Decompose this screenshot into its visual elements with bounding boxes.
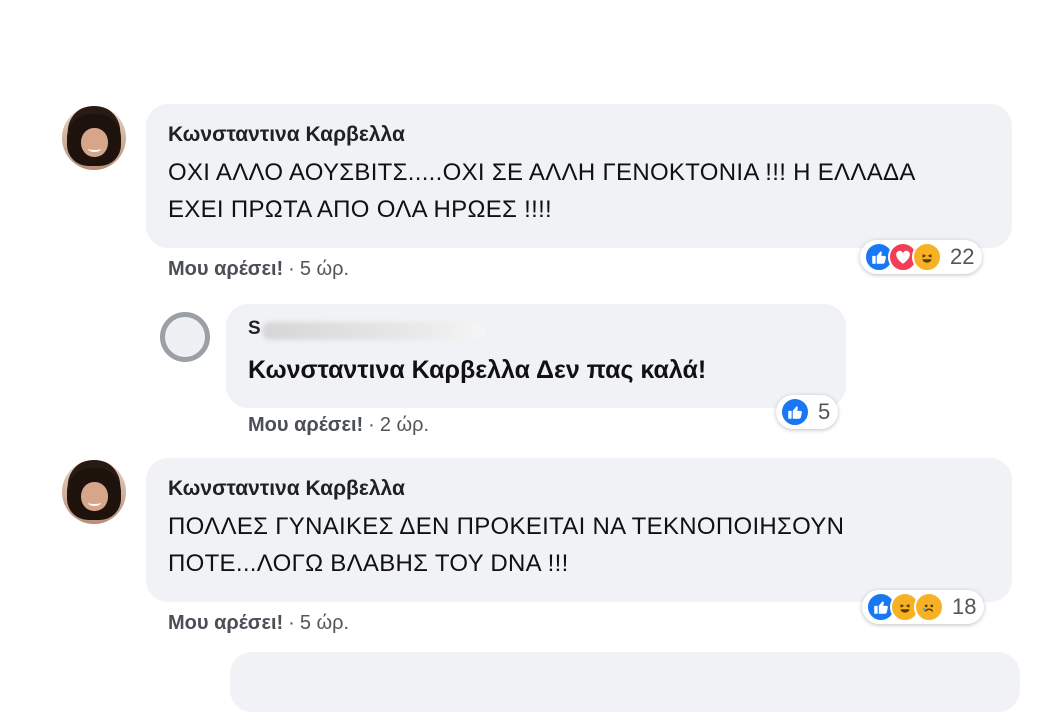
reactions-summary[interactable]: 18 [862,590,985,624]
meta-separator: · [288,612,295,634]
comment-meta: Μου αρέσει! · 5 ώρ. [168,258,349,281]
like-icon [780,397,810,427]
next-comment-bubble [230,652,1020,712]
sad-icon [914,592,944,622]
reply-author[interactable]: S [248,318,261,340]
comment-meta: Μου αρέσει! · 5 ώρ. [168,612,349,635]
reaction-count: 18 [952,594,977,619]
meta-separator: · [288,258,295,280]
comment-author[interactable]: Κωνσταντινα Καρβελλα [168,123,405,147]
reactions-summary[interactable]: 22 [860,240,983,274]
reaction-count: 5 [818,399,831,424]
reaction-count: 22 [950,244,975,269]
comment-time[interactable]: 5 ώρ. [300,258,349,280]
reply-meta: Μου αρέσει! · 2 ώρ. [248,414,429,437]
like-button[interactable]: Μου αρέσει! [248,414,363,436]
comment-time[interactable]: 5 ώρ. [300,612,349,634]
like-button[interactable]: Μου αρέσει! [168,258,283,280]
avatar[interactable] [62,460,126,524]
avatar-face [81,127,109,158]
avatar[interactable] [160,312,210,362]
meta-separator: · [368,414,375,436]
like-button[interactable]: Μου αρέσει! [168,612,283,634]
reactions-summary[interactable]: 5 [776,395,839,429]
haha-icon [912,242,942,272]
redacted-name [262,322,486,340]
reply-text: Κωνσταντινα Καρβελλα Δεν πας καλά! [248,356,707,384]
avatar-face [81,481,109,512]
comment-text: ΟΧΙ ΑΛΛΟ ΑΟΥΣΒΙΤΣ.....ΟΧΙ ΣΕ ΑΛΛΗ ΓΕΝΟΚΤ… [168,159,915,223]
avatar[interactable] [62,106,126,170]
reply-time[interactable]: 2 ώρ. [380,414,429,436]
comment-text: ΠΟΛΛΕΣ ΓΥΝΑΙΚΕΣ ΔΕΝ ΠΡΟΚΕΙΤΑΙ ΝΑ ΤΕΚΝΟΠΟ… [168,513,845,577]
comment-author[interactable]: Κωνσταντινα Καρβελλα [168,477,405,501]
